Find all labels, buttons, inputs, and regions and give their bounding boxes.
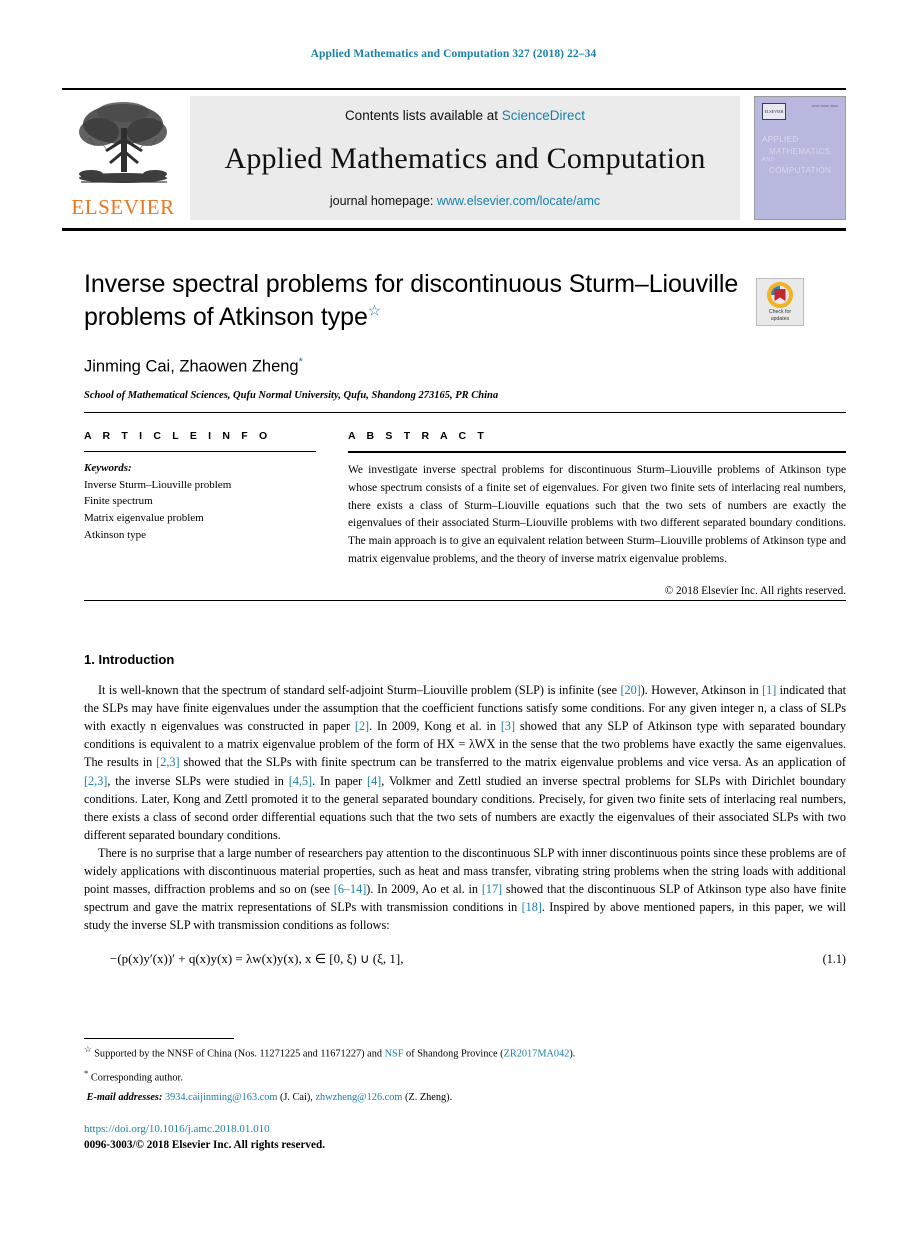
crossmark-logo-icon xyxy=(767,282,793,308)
keyword-item: Atkinson type xyxy=(84,528,147,541)
sciencedirect-link[interactable]: ScienceDirect xyxy=(502,108,585,123)
grant-number-link[interactable]: ZR2017MA042 xyxy=(504,1048,570,1059)
citation-link[interactable]: [18] xyxy=(522,900,542,914)
footnote-corresponding-marker: * xyxy=(84,1067,89,1078)
cover-title-line1: APPLIED xyxy=(762,135,799,144)
crossmark-line2: updates xyxy=(770,315,790,322)
title-block: Inverse spectral problems for discontinu… xyxy=(84,268,744,401)
elsevier-wordmark: ELSEVIER xyxy=(71,195,175,219)
cover-title-line4: COMPUTATION xyxy=(769,166,832,176)
email-link-2[interactable]: zhwzheng@126.com xyxy=(315,1092,402,1103)
abstract-divider xyxy=(348,451,846,453)
citation-link[interactable]: [2,3] xyxy=(156,755,179,769)
contents-prefix: Contents lists available at xyxy=(344,108,502,123)
journal-homepage-link[interactable]: www.elsevier.com/locate/amc xyxy=(437,194,600,208)
affiliation: School of Mathematical Sciences, Qufu No… xyxy=(84,389,499,401)
abstract-column: A B S T R A C T We investigate inverse s… xyxy=(348,430,846,597)
journal-masthead: ELSEVIER Contents lists available at Sci… xyxy=(62,88,846,220)
text-run: ). xyxy=(569,1048,576,1060)
crossmark-badge[interactable]: Check for updates xyxy=(756,278,804,326)
corresponding-author-marker[interactable]: * xyxy=(299,356,303,368)
homepage-prefix: journal homepage: xyxy=(329,194,437,208)
contents-panel: Contents lists available at ScienceDirec… xyxy=(190,96,740,220)
citation-link[interactable]: [2] xyxy=(355,719,369,733)
equation-1-1: −(p(x)y′(x))′ + q(x)y(x) = λw(x)y(x), x … xyxy=(84,951,846,967)
text-run: of Shandong Province ( xyxy=(403,1048,504,1060)
email-person-1: (J. Cai) xyxy=(279,1092,311,1104)
info-abstract-columns: A R T I C L E I N F O Keywords: Inverse … xyxy=(84,430,846,597)
footnote-funding-marker: ☆ xyxy=(84,1044,92,1054)
citation-link[interactable]: [20] xyxy=(620,683,640,697)
journal-cover-thumbnail: ELSEVIER ISSN 0096-3003 APPLIED MATHEMAT… xyxy=(754,96,846,220)
journal-homepage-line: journal homepage: www.elsevier.com/locat… xyxy=(330,194,600,208)
abstract-heading: A B S T R A C T xyxy=(348,430,488,442)
text-run: . In paper xyxy=(312,773,368,788)
article-title-text: Inverse spectral problems for discontinu… xyxy=(84,270,739,331)
author-names: Jinming Cai, Zhaowen Zheng xyxy=(84,357,299,376)
cover-title-text: APPLIED MATHEMATICS AND COMPUTATION xyxy=(762,134,838,177)
text-run: showed that the SLPs with finite spectru… xyxy=(179,755,847,770)
article-info-divider xyxy=(84,451,316,452)
cover-elsevier-mark-icon: ELSEVIER xyxy=(762,103,786,120)
citation-link[interactable]: [1] xyxy=(762,683,776,697)
elsevier-logo-block: ELSEVIER xyxy=(62,96,184,220)
info-bottom-divider xyxy=(84,600,846,601)
keywords-block: Keywords: Inverse Sturm–Liouville proble… xyxy=(84,460,316,544)
citation-link[interactable]: [6–14] xyxy=(334,882,367,896)
issn-copyright-line: 0096-3003/© 2018 Elsevier Inc. All right… xyxy=(84,1139,325,1152)
keyword-item: Matrix eigenvalue problem xyxy=(84,512,204,525)
author-list: Jinming Cai, Zhaowen Zheng* xyxy=(84,356,744,377)
intro-paragraph-1: It is well-known that the spectrum of st… xyxy=(84,681,846,844)
page-title: Inverse spectral problems for discontinu… xyxy=(84,268,744,334)
article-info-heading: A R T I C L E I N F O xyxy=(84,430,272,442)
info-top-divider xyxy=(84,412,846,413)
text-run: Supported by the NNSF of China (Nos. 112… xyxy=(94,1048,385,1060)
text-run: , the inverse SLPs were studied in xyxy=(107,773,289,788)
cover-title-line3: AND xyxy=(762,157,775,164)
contents-available-line: Contents lists available at ScienceDirec… xyxy=(345,108,585,123)
article-info-column: A R T I C L E I N F O Keywords: Inverse … xyxy=(84,430,316,597)
masthead-divider xyxy=(62,228,846,231)
journal-title: Applied Mathematics and Computation xyxy=(224,141,706,175)
intro-paragraph-2: There is no surprise that a large number… xyxy=(84,844,846,935)
text-run: ). In 2009, Ao et al. in xyxy=(366,882,482,897)
running-head: Applied Mathematics and Computation 327 … xyxy=(310,48,597,60)
footnote-funding: ☆ Supported by the NNSF of China (Nos. 1… xyxy=(84,1043,846,1063)
citation-link[interactable]: [17] xyxy=(482,882,502,896)
article-body: 1. Introduction It is well-known that th… xyxy=(84,652,846,967)
title-footnote-marker[interactable]: ☆ xyxy=(368,303,381,320)
footnote-divider xyxy=(84,1038,234,1039)
elsevier-tree-icon xyxy=(71,98,175,192)
email-person-2: (Z. Zheng) xyxy=(405,1092,450,1104)
section-heading-introduction: 1. Introduction xyxy=(84,652,175,667)
citation-link[interactable]: [4,5] xyxy=(289,774,312,788)
abstract-text: We investigate inverse spectral problems… xyxy=(348,464,846,565)
citation-link[interactable]: [4] xyxy=(367,774,381,788)
keyword-item: Finite spectrum xyxy=(84,495,153,508)
cover-title-line2: MATHEMATICS xyxy=(769,146,831,156)
cover-issn-text: ISSN 0096-3003 xyxy=(811,104,838,108)
doi-link[interactable]: https://doi.org/10.1016/j.amc.2018.01.01… xyxy=(84,1121,846,1138)
nsf-link[interactable]: NSF xyxy=(385,1048,404,1059)
crossmark-line1: Check for xyxy=(768,309,792,315)
footnote-area: ☆ Supported by the NNSF of China (Nos. 1… xyxy=(84,1038,846,1154)
text-run: It is well-known that the spectrum of st… xyxy=(98,683,621,697)
citation-link[interactable]: [2,3] xyxy=(84,774,107,788)
keywords-label: Keywords: xyxy=(84,462,132,474)
keyword-item: Inverse Sturm–Liouville problem xyxy=(84,478,232,491)
footnote-emails: E-mail addresses: 3934.caijinming@163.co… xyxy=(86,1092,453,1104)
abstract-copyright: © 2018 Elsevier Inc. All rights reserved… xyxy=(664,584,846,597)
corresponding-author-text: Corresponding author. xyxy=(90,1072,183,1084)
crossmark-label: Check for updates xyxy=(769,309,791,322)
footnote-corresponding: * Corresponding author. xyxy=(84,1067,846,1087)
equation-expression: −(p(x)y′(x))′ + q(x)y(x) = λw(x)y(x), x … xyxy=(110,950,404,966)
text-run: . In 2009, Kong et al. in xyxy=(369,719,501,734)
email-link-1[interactable]: 3934.caijinming@163.com xyxy=(165,1092,277,1103)
text-run: ). However, Atkinson in xyxy=(640,683,763,697)
equation-number: (1.1) xyxy=(822,951,846,966)
email-addresses-label: E-mail addresses: xyxy=(86,1092,163,1104)
doi-block: https://doi.org/10.1016/j.amc.2018.01.01… xyxy=(84,1121,846,1154)
citation-link[interactable]: [3] xyxy=(501,719,515,733)
paper-page: Applied Mathematics and Computation 327 … xyxy=(0,0,907,1238)
